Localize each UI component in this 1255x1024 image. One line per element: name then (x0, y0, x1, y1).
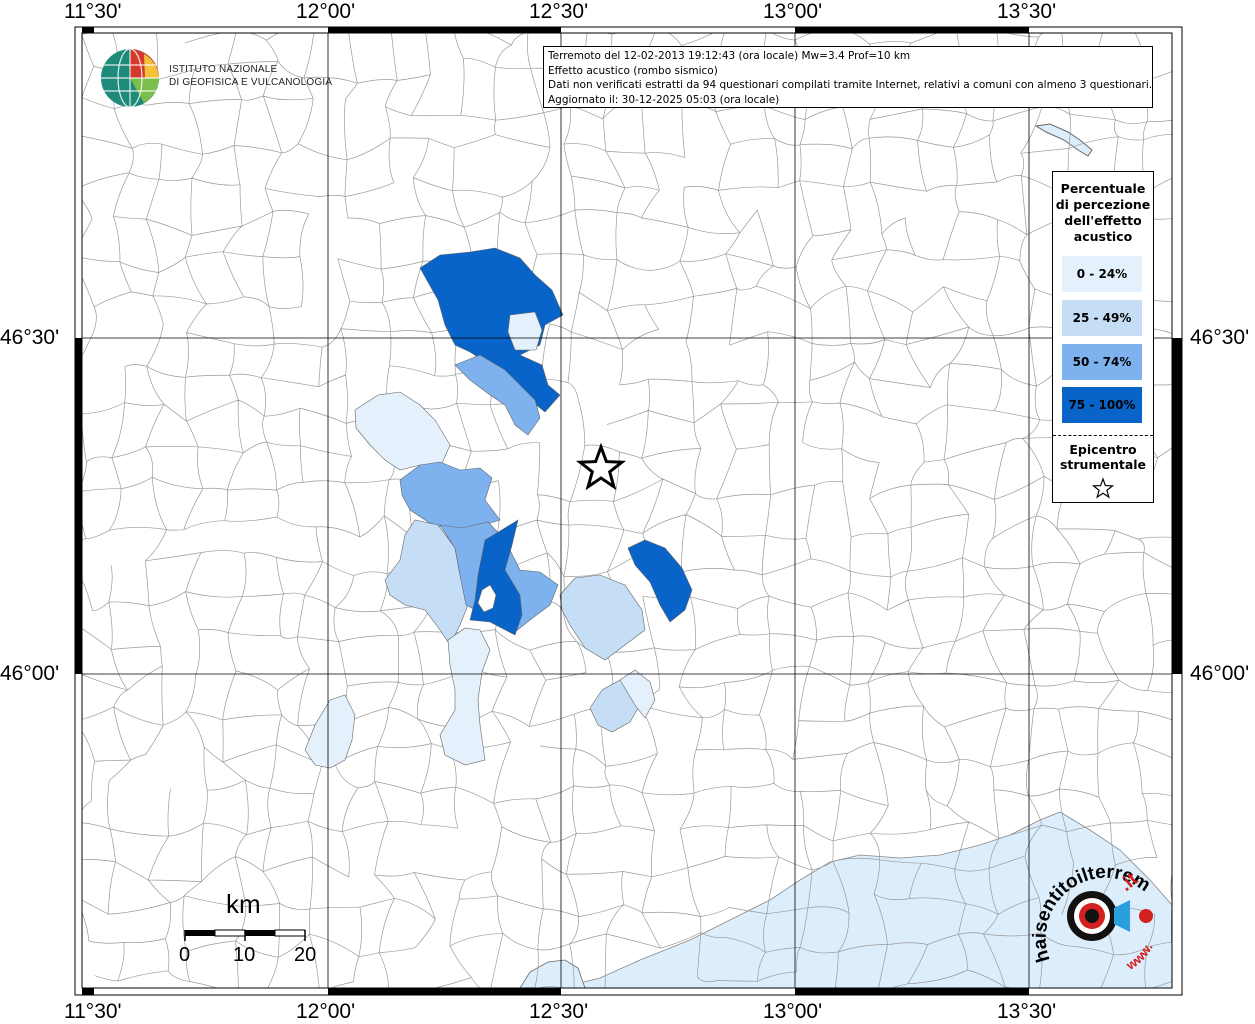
ingv-logo-icon (101, 48, 159, 108)
lon-tick-label: 12°00' (296, 0, 356, 23)
event-info-box: Terremoto del 12-02-2013 19:12:43 (ora l… (543, 46, 1153, 108)
event-effect: Effetto acustico (rombo sismico) (548, 64, 718, 77)
legend: Percentuale di percezione dell'effetto a… (1052, 171, 1154, 503)
epicenter-star-icon (575, 442, 627, 491)
legend-class-50-74: 50 - 74% (1062, 344, 1142, 380)
scale-label-0: 0 (179, 944, 191, 966)
boundary-lines (82, 33, 1172, 988)
scale-label-10: 10 (233, 944, 256, 966)
legend-star-icon (1091, 477, 1115, 499)
legend-class-25-49: 25 - 49% (1062, 300, 1142, 336)
ingv-line2: DI GEOFISICA E VULCANOLOGIA (169, 77, 333, 88)
area-25-49-east (559, 574, 646, 661)
lagoon-area (519, 959, 586, 988)
haisentito-logo-icon: haisentitoilterremoto .it www. (1030, 860, 1156, 973)
lon-tick-label: 12°30' (529, 1000, 589, 1023)
lon-tick-label: 13°30' (997, 0, 1057, 23)
event-data-note: Dati non verificati estratti da 94 quest… (548, 79, 1153, 91)
ingv-line1: ISTITUTO NAZIONALE (169, 64, 278, 75)
lon-tick-label: 13°00' (763, 1000, 823, 1023)
scale-bar (184, 929, 306, 941)
municipal-boundaries (82, 33, 1172, 988)
lon-tick-label: 13°00' (763, 0, 823, 23)
scale-label-20: 20 (294, 944, 317, 966)
area-0-24-south (439, 627, 491, 766)
ingv-logo-text: ISTITUTO NAZIONALE DI GEOFISICA E VULCAN… (169, 63, 332, 89)
lon-tick-label: 13°30' (997, 1000, 1057, 1023)
perception-areas (304, 247, 693, 769)
area-0-24-north-gap (507, 311, 543, 351)
lon-tick-label: 11°30' (64, 1000, 122, 1023)
site-logo-www: www. (1123, 940, 1156, 973)
lon-tick-label: 11°30' (64, 0, 122, 23)
lat-tick-label: 46°30' (1190, 326, 1250, 349)
legend-class-75-100: 75 - 100% (1062, 387, 1142, 423)
scale-unit: km (226, 889, 261, 919)
lon-tick-label: 12°00' (296, 1000, 356, 1023)
legend-epicenter-label: Epicentro strumentale (1059, 442, 1147, 472)
lat-tick-label: 46°30' (0, 326, 60, 349)
legend-separator (1053, 435, 1153, 436)
legend-title: Percentuale di percezione dell'effetto a… (1055, 181, 1151, 244)
lon-tick-label: 12°30' (529, 0, 589, 23)
lat-tick-label: 46°00' (0, 662, 60, 685)
svg-text:www.: www. (1123, 940, 1156, 973)
lat-tick-label: 46°00' (1190, 662, 1250, 685)
event-updated: Aggiornato il: 30-12-2025 05:03 (ora loc… (548, 93, 780, 106)
event-title: Terremoto del 12-02-2013 19:12:43 (ora l… (548, 50, 911, 62)
area-0-24-west (354, 391, 451, 471)
legend-class-0-24: 0 - 24% (1062, 256, 1142, 292)
